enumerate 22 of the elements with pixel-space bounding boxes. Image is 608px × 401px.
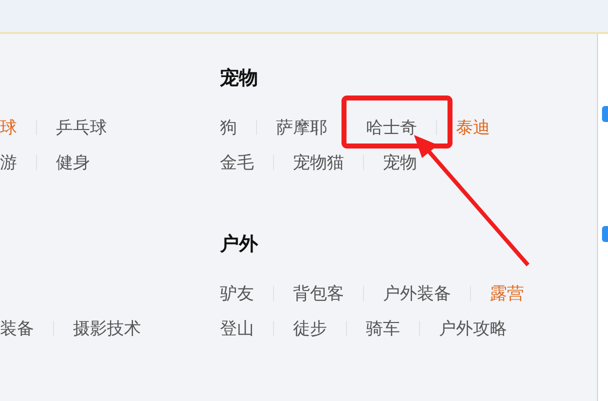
- category-link[interactable]: 萨摩耶: [276, 116, 327, 138]
- category-link[interactable]: 金毛: [220, 150, 254, 174]
- section-heading: 户外: [220, 232, 259, 256]
- tab-marker: [602, 106, 608, 122]
- category-link[interactable]: 户外攻略: [439, 316, 507, 340]
- tab-marker: [602, 226, 608, 242]
- category-link[interactable]: 户外装备: [383, 282, 451, 304]
- section-heading: 宠物: [220, 66, 259, 90]
- category-link[interactable]: 宠物猫: [293, 150, 344, 174]
- category-link[interactable]: 背包客: [293, 282, 344, 304]
- category-link[interactable]: 摄影技术: [73, 316, 141, 340]
- category-link[interactable]: 狗: [220, 116, 237, 138]
- category-link[interactable]: 哈士奇: [366, 116, 417, 138]
- category-link[interactable]: 宠物: [383, 150, 417, 174]
- category-link[interactable]: 驴友: [220, 282, 254, 304]
- category-link[interactable]: 装备: [0, 316, 34, 340]
- category-link[interactable]: 骑车: [366, 316, 400, 340]
- category-link[interactable]: 乒乓球: [56, 116, 107, 138]
- category-link[interactable]: 健身: [56, 150, 90, 174]
- category-link[interactable]: 徒步: [293, 316, 327, 340]
- category-link[interactable]: 登山: [220, 316, 254, 340]
- category-link[interactable]: 游: [0, 150, 17, 174]
